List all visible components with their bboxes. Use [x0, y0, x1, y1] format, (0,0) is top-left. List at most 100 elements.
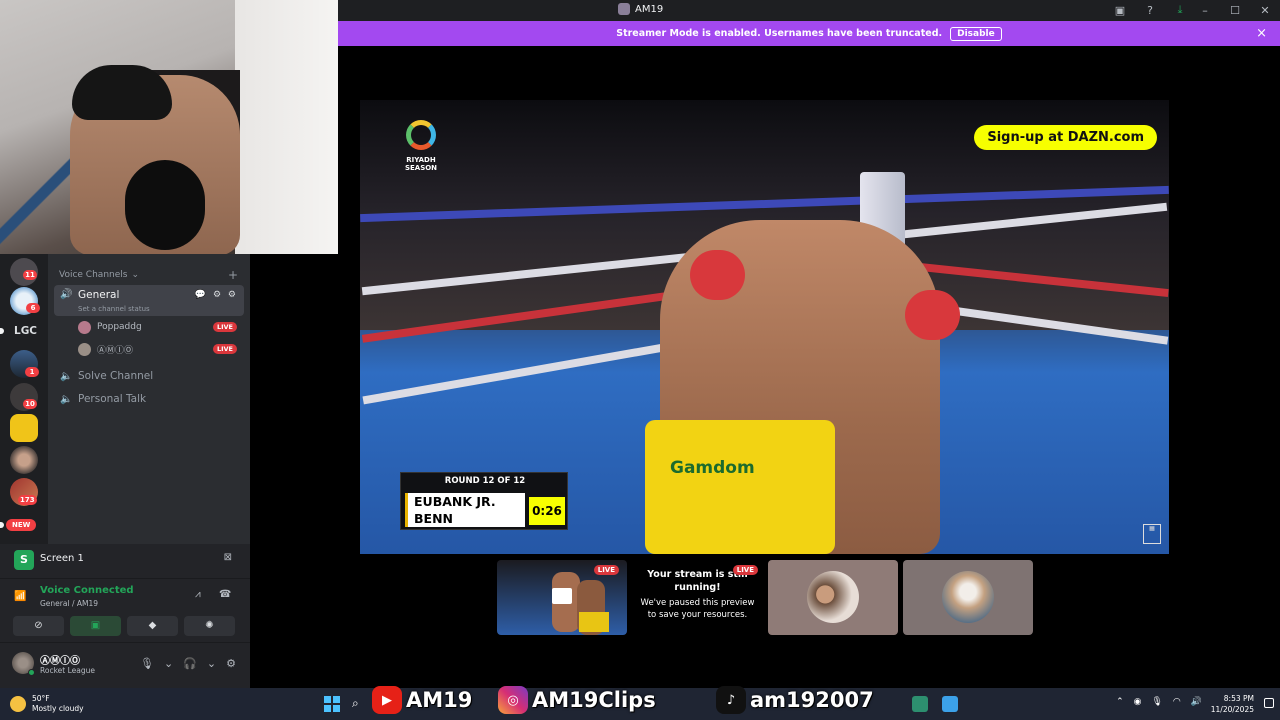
avatar	[78, 320, 91, 334]
new-pill[interactable]: NEW	[6, 519, 37, 531]
screen-icon[interactable]: ▣	[1112, 2, 1128, 18]
mention-badge: 10	[23, 399, 37, 409]
weather-condition: Mostly cloudy	[32, 704, 84, 713]
username[interactable]: ⒶⓂⒾⓄ	[40, 652, 80, 667]
screen-share-icon: S	[14, 550, 34, 570]
voice-channel-path: General / AM19	[40, 599, 98, 608]
stop-share-icon[interactable]: ⊠	[224, 552, 232, 563]
camera-button[interactable]: ⊘	[13, 616, 64, 636]
voice-user[interactable]: Poppaddg LIVE	[78, 318, 243, 336]
soundboard-button[interactable]: ✺	[184, 616, 235, 636]
window-title: AM19	[618, 3, 663, 15]
time: 8:53 PM	[1223, 694, 1254, 703]
channel-list: Voice Channels ⌄ + 🔊 General Set a chann…	[48, 254, 250, 544]
wifi-icon[interactable]: ◠	[1173, 697, 1181, 707]
disable-streamer-mode-button[interactable]: Disable	[950, 26, 1002, 41]
user-activity: Rocket League	[40, 666, 95, 675]
app-icon[interactable]	[912, 696, 928, 712]
dazn-cta: Sign-up at DAZN.com	[974, 125, 1157, 150]
notification-icon[interactable]	[1264, 698, 1274, 708]
participant-tile[interactable]	[768, 560, 898, 635]
clock[interactable]: 8:53 PM 11/20/2025	[1211, 693, 1254, 715]
chevron-down-icon[interactable]: ⌄	[164, 657, 173, 670]
search-icon[interactable]: ⌕	[352, 696, 368, 712]
chevron-down-icon: ⌄	[131, 270, 139, 280]
social-tiktok: ♪ am192007	[716, 686, 874, 714]
speaker-icon: 🔈	[60, 370, 73, 382]
channel-actions[interactable]: 💬 ⚙ ⚙	[195, 290, 238, 300]
gear-icon[interactable]: ⚙	[226, 657, 236, 670]
live-badge: LIVE	[212, 344, 237, 354]
signal-icon[interactable]: 📶	[14, 591, 26, 602]
streamer-mode-banner: Streamer Mode is enabled. Usernames have…	[338, 21, 1280, 46]
mention-badge: 173	[18, 495, 37, 505]
fighter-2: BENN	[414, 511, 453, 526]
activities-button[interactable]: ◆	[127, 616, 178, 636]
voice-status[interactable]: Voice Connected	[40, 585, 134, 596]
streamer-mode-message: Streamer Mode is enabled. Usernames have…	[616, 28, 943, 39]
chevron-up-icon[interactable]: ⌃	[1116, 697, 1124, 707]
windows-start-icon[interactable]	[324, 696, 340, 712]
category-label: Voice Channels	[59, 270, 128, 280]
channel-status-input[interactable]: Set a channel status	[78, 305, 150, 313]
avatar	[78, 342, 91, 356]
voice-channels-category[interactable]: Voice Channels ⌄	[59, 270, 139, 280]
help-icon[interactable]: ?	[1142, 2, 1158, 18]
server-icon[interactable]	[10, 446, 38, 474]
microphone-icon[interactable]: 🎙	[1151, 697, 1162, 707]
add-channel-icon[interactable]: +	[228, 268, 238, 282]
fighter-names: EUBANK JR. BENN	[405, 493, 525, 527]
speaker-icon: 🔈	[60, 393, 73, 405]
screen-share-button[interactable]: ▣	[70, 616, 121, 636]
screen-share-icon	[552, 588, 572, 604]
online-status-icon	[28, 669, 35, 676]
date: 11/20/2025	[1210, 705, 1254, 714]
youtube-icon: ▶	[372, 686, 402, 714]
trunks-brand: Gamdom	[670, 458, 755, 478]
tiktok-handle: am192007	[750, 688, 874, 712]
weather-widget[interactable]: 50°F Mostly cloudy	[10, 694, 84, 714]
close-icon[interactable]: ✕	[1250, 0, 1280, 21]
live-badge: LIVE	[593, 565, 619, 575]
logo-line-2: SEASON	[404, 164, 438, 172]
channel-name: Personal Talk	[78, 393, 147, 405]
close-banner-icon[interactable]: ×	[1256, 26, 1267, 41]
voice-user-name: Poppaddg	[97, 322, 142, 332]
channel-general[interactable]: 🔊 General Set a channel status 💬 ⚙ ⚙	[54, 285, 244, 316]
user-avatar-icon	[618, 3, 630, 15]
maximize-icon[interactable]: ☐	[1220, 0, 1250, 21]
fighter-1: EUBANK JR.	[414, 494, 496, 509]
minimize-icon[interactable]: –	[1190, 0, 1220, 21]
stream-paused-note: LIVE Your stream is still running! We've…	[635, 565, 760, 621]
disconnect-icon[interactable]: ☎	[219, 589, 231, 600]
headphones-icon[interactable]: 🎧	[183, 657, 197, 670]
window-title-text: AM19	[635, 3, 664, 15]
system-tray: ⌃ ◉ 🎙 ◠ 🔊	[1116, 697, 1202, 707]
title-bar: AM19 ▣ ? ⤓ – ☐ ✕	[338, 0, 1280, 21]
download-icon[interactable]: ⤓	[1172, 2, 1188, 18]
tray-app-icon[interactable]: ◉	[1134, 697, 1142, 707]
voice-connection-panel: 📶 Voice Connected General / AM19 ⩘ ☎ ⊘ ▣…	[0, 578, 250, 642]
screen-share-panel: S Screen 1 ⊠	[0, 544, 250, 578]
participant-tile[interactable]	[903, 560, 1033, 635]
voice-user[interactable]: ⒶⓂⒾⓄ LIVE	[78, 340, 243, 358]
stream-preview-tile[interactable]: LIVE	[497, 560, 627, 635]
server-lgc[interactable]: LGC	[14, 325, 37, 337]
social-instagram: ◎ AM19Clips	[498, 686, 656, 714]
youtube-handle: AM19	[406, 688, 473, 712]
volume-icon[interactable]: 🔊	[1191, 697, 1202, 707]
app-icon[interactable]	[942, 696, 958, 712]
riyadh-season-logo: RIYADH SEASON	[398, 120, 444, 172]
instagram-handle: AM19Clips	[532, 688, 656, 712]
channel-solve[interactable]: 🔈 Solve Channel	[54, 366, 244, 386]
mention-badge: 11	[23, 270, 37, 280]
chevron-down-icon[interactable]: ⌄	[207, 657, 216, 670]
microphone-icon[interactable]: 🎙	[140, 657, 154, 670]
channel-personal-talk[interactable]: 🔈 Personal Talk	[54, 389, 244, 409]
broadcast-watermark-icon: ▦	[1143, 524, 1161, 544]
stream-video[interactable]: Gamdom RIYADH SEASON Sign-up at DAZN.com…	[360, 100, 1169, 554]
noise-suppression-icon[interactable]: ⩘	[195, 589, 201, 600]
server-icon[interactable]	[10, 414, 38, 442]
channel-name: General	[78, 289, 120, 301]
temperature: 50°F	[32, 694, 50, 703]
